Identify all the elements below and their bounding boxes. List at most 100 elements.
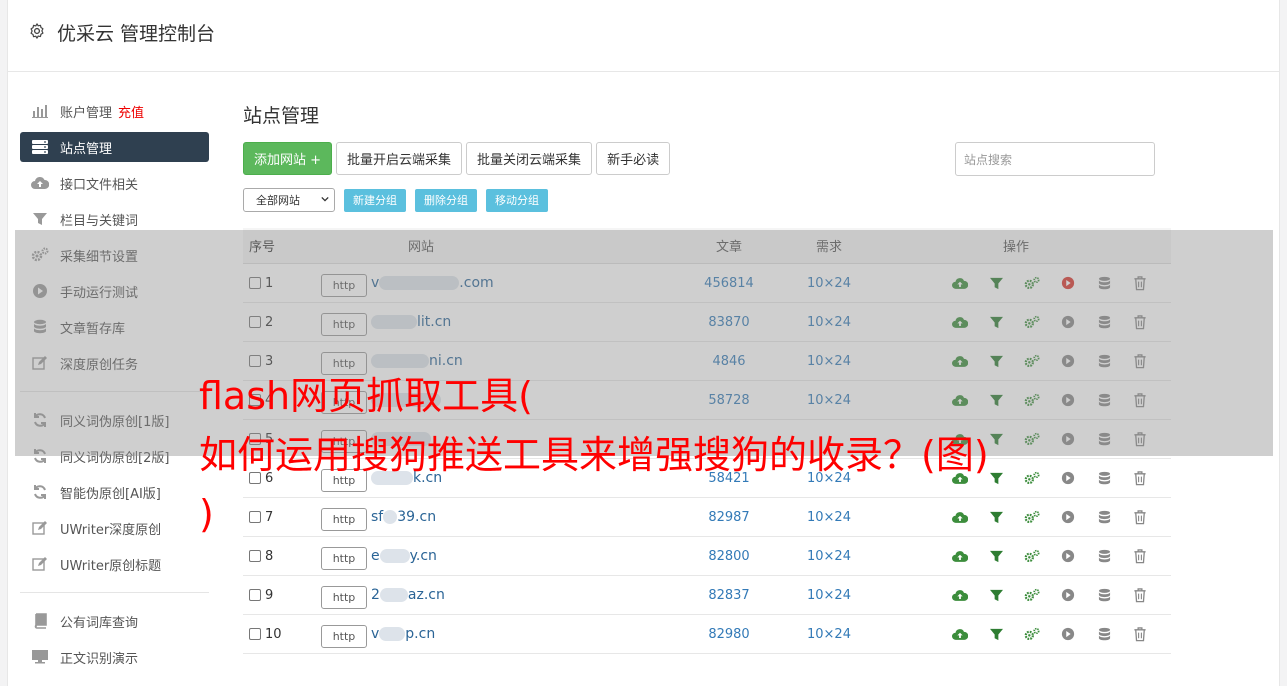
- sidebar-item-label: 公有词库查询: [60, 615, 139, 631]
- header: 优采云 管理控制台: [8, 0, 1279, 72]
- sidebar-item-label: 智能伪原创[AI版]: [60, 486, 161, 502]
- http-badge[interactable]: http: [321, 624, 367, 648]
- database-icon[interactable]: [1095, 587, 1113, 603]
- chevron-down-icon: [321, 196, 329, 202]
- delete-group-button[interactable]: 删除分组: [415, 188, 477, 212]
- add-site-button[interactable]: 添加网站 +: [243, 142, 333, 175]
- row-checkbox[interactable]: [249, 550, 261, 562]
- site-domain-link[interactable]: 2 az.cn: [371, 587, 445, 603]
- group-toolbar: 全部网站 新建分组 删除分组 移动分组: [243, 188, 548, 212]
- site-domain-link[interactable]: v p.cn: [371, 626, 435, 642]
- filter-icon[interactable]: [987, 626, 1005, 642]
- row-number: 8: [243, 549, 321, 564]
- cloud-upload-icon[interactable]: [951, 626, 969, 642]
- overlay-line-3: ): [199, 492, 214, 536]
- demand-link[interactable]: 10×24: [797, 627, 861, 642]
- sidebar-item-public-lexicon[interactable]: 公有词库查询: [20, 603, 209, 639]
- row-checkbox[interactable]: [249, 589, 261, 601]
- cogs-icon[interactable]: [1023, 626, 1041, 642]
- article-count-link[interactable]: 82800: [661, 549, 797, 564]
- site-domain-suffix: az.cn: [407, 587, 445, 603]
- cogs-icon[interactable]: [1023, 548, 1041, 564]
- database-icon[interactable]: [1095, 548, 1113, 564]
- row-site: http v p.cn: [321, 621, 661, 648]
- batch-disable-cloud-button[interactable]: 批量关闭云端采集: [466, 142, 593, 175]
- overlay-caption: flash网页抓取工具( 如何运用搜狗推送工具来增强搜狗的收录？(图) ): [199, 367, 1119, 544]
- database-icon[interactable]: [1095, 626, 1113, 642]
- select-value: 全部网站: [256, 194, 300, 207]
- row-number: 10: [243, 627, 321, 642]
- site-domain-suffix: y.cn: [409, 548, 437, 564]
- site-domain-link[interactable]: e y.cn: [371, 548, 437, 564]
- table-row: 10 http v p.cn 82980 10×24: [243, 615, 1171, 654]
- play-circle-icon[interactable]: [1059, 626, 1077, 642]
- sidebar-item-label: UWriter深度原创: [60, 522, 162, 538]
- trash-icon[interactable]: [1131, 548, 1149, 564]
- play-circle-icon[interactable]: [1059, 587, 1077, 603]
- row-number: 9: [243, 588, 321, 603]
- trash-icon[interactable]: [1131, 509, 1149, 525]
- main-content: 站点管理 添加网站 + 批量开启云端采集 批量关闭云端采集 新手必读 站点搜索 …: [243, 96, 1163, 212]
- page-title: 站点管理: [243, 105, 320, 127]
- table-row: 9 http 2 az.cn 82837 10×24: [243, 576, 1171, 615]
- trash-icon[interactable]: [1131, 587, 1149, 603]
- sidebar-item-account[interactable]: 账户管理 充值: [20, 93, 209, 129]
- sidebar-item-text-recognition[interactable]: 正文识别演示: [20, 639, 209, 675]
- sidebar-item-label: 正文识别演示: [60, 651, 139, 667]
- http-badge[interactable]: http: [321, 546, 367, 570]
- sidebar-item-uwriter-title[interactable]: UWriter原创标题: [20, 546, 209, 582]
- sidebar-item-label: 栏目与关键词: [60, 213, 139, 229]
- monitor-icon: [31, 649, 49, 665]
- demand-link[interactable]: 10×24: [797, 588, 861, 603]
- site-domain-prefix: v: [371, 626, 380, 642]
- sidebar-divider: [20, 592, 209, 593]
- site-domain-prefix: e: [371, 548, 380, 564]
- site-group-select[interactable]: 全部网站: [243, 188, 335, 212]
- demand-link[interactable]: 10×24: [797, 549, 861, 564]
- sidebar-item-interface[interactable]: 接口文件相关: [20, 165, 209, 201]
- sidebar-item-label: 站点管理: [60, 141, 113, 157]
- trash-icon[interactable]: [1131, 470, 1149, 486]
- move-group-button[interactable]: 移动分组: [486, 188, 548, 212]
- site-domain-suffix: p.cn: [405, 626, 436, 642]
- redacted-blur: [379, 627, 406, 641]
- row-number-text: 10: [265, 626, 282, 642]
- row-checkbox[interactable]: [249, 628, 261, 640]
- sidebar-item-uwriter-deep[interactable]: UWriter深度原创: [20, 510, 209, 546]
- edit-icon: [31, 520, 49, 536]
- redacted-blur: [379, 588, 408, 602]
- row-number-text: 8: [265, 548, 274, 564]
- row-ops: [861, 626, 1171, 642]
- sidebar-item-label: 接口文件相关: [60, 177, 139, 193]
- sidebar-item-ai-original[interactable]: 智能伪原创[AI版]: [20, 474, 209, 510]
- article-count-link[interactable]: 82980: [661, 627, 797, 642]
- batch-enable-cloud-button[interactable]: 批量开启云端采集: [336, 142, 463, 175]
- row-ops: [861, 587, 1171, 603]
- beginner-guide-button[interactable]: 新手必读: [596, 142, 671, 175]
- server-icon: [31, 139, 49, 155]
- site-search-input[interactable]: 站点搜索: [955, 142, 1155, 176]
- book-icon: [31, 613, 49, 629]
- play-circle-icon[interactable]: [1059, 548, 1077, 564]
- sidebar-item-label: 账户管理: [60, 105, 113, 121]
- redacted-blur: [379, 549, 410, 563]
- row-site: http 2 az.cn: [321, 582, 661, 609]
- new-group-button[interactable]: 新建分组: [344, 188, 406, 212]
- cloud-upload-icon[interactable]: [951, 587, 969, 603]
- sidebar-item-sites[interactable]: 站点管理: [20, 132, 209, 162]
- filter-icon[interactable]: [987, 548, 1005, 564]
- cloud-upload-icon[interactable]: [951, 548, 969, 564]
- site-domain-prefix: 2: [371, 587, 380, 603]
- cogs-icon[interactable]: [1023, 587, 1041, 603]
- http-badge[interactable]: http: [321, 585, 367, 609]
- article-count-link[interactable]: 82837: [661, 588, 797, 603]
- filter-icon[interactable]: [987, 587, 1005, 603]
- gear-icon: [30, 23, 44, 39]
- trash-icon[interactable]: [1131, 626, 1149, 642]
- row-ops: [861, 548, 1171, 564]
- overlay-line-2: 如何运用搜狗推送工具来增强搜狗的收录？(图): [199, 433, 989, 477]
- recharge-link[interactable]: 充值: [118, 102, 144, 121]
- cloud-upload-icon: [31, 175, 49, 191]
- filter-icon: [31, 211, 49, 227]
- bar-chart-icon: [31, 103, 49, 119]
